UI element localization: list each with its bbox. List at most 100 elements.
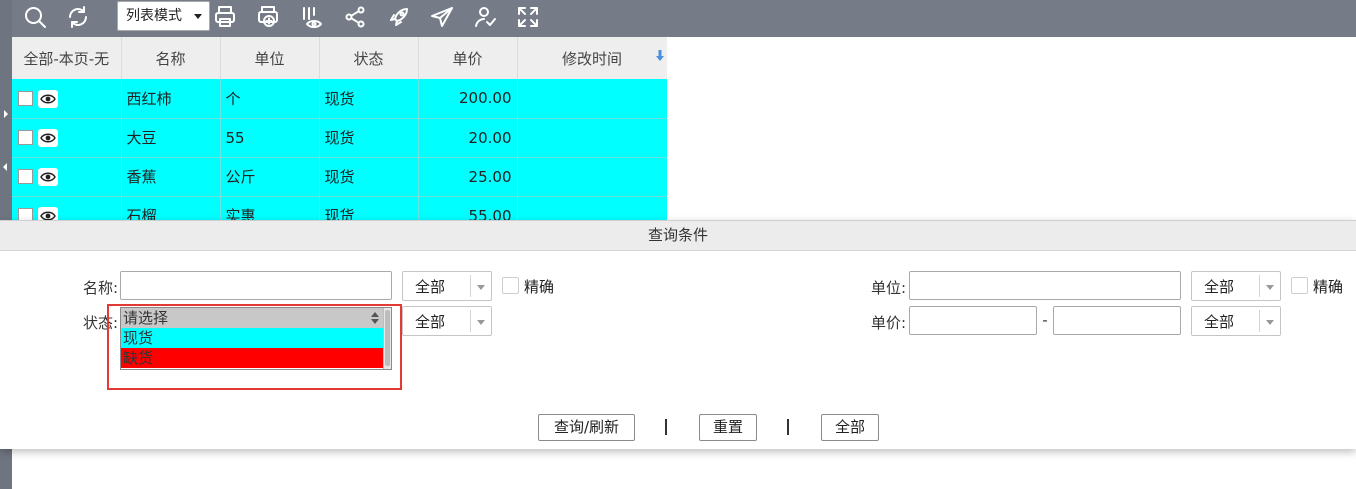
cell-name: 香蕉 [121,157,221,197]
send-icon[interactable] [427,2,457,32]
row-checkbox[interactable] [18,130,33,146]
share-icon[interactable] [340,2,370,32]
chevron-down-icon [477,320,485,325]
chevron-down-icon [477,285,485,290]
name-match-value: 全部 [415,278,446,296]
refresh-icon[interactable] [63,2,93,32]
chevron-down-icon [1266,320,1274,325]
view-eye-icon[interactable] [38,206,58,220]
grid-header-row: 全部-本页-无 名称 单位 状态 单价 修改时间 [12,37,667,79]
column-header-name[interactable]: 名称 [121,37,221,79]
button-separator [665,419,667,435]
status-option-placeholder[interactable]: 请选择 [121,308,383,328]
reset-button[interactable]: 重置 [699,414,757,441]
cell-status: 现货 [319,196,419,220]
row-checkbox[interactable] [18,91,33,106]
column-header-modified[interactable]: 修改时间 [517,37,667,79]
query-panel-title: 查询条件 [0,221,1356,251]
combo-divider [470,310,471,332]
table-row[interactable]: 大豆 55 现货 20.00 [12,118,667,158]
cell-status: 现货 [319,157,419,197]
status-listbox[interactable]: 请选择 现货 缺货 [120,307,392,370]
unit-label: 单位: [870,279,906,297]
cell-price: 200.00 [418,79,518,119]
combo-divider [1259,275,1260,297]
cell-unit: 个 [220,79,320,119]
price-to-input[interactable] [1053,306,1181,335]
cell-status: 现货 [319,79,419,119]
select-all-header[interactable]: 全部-本页-无 [12,37,122,79]
column-header-price[interactable]: 单价 [418,37,518,79]
name-input[interactable] [120,271,392,300]
listbox-scrollbar[interactable] [383,308,391,369]
cell-name: 西红柿 [121,79,221,119]
name-label: 名称: [82,279,118,297]
sort-desc-icon[interactable] [655,50,664,62]
cell-unit: 55 [220,118,320,158]
user-icon[interactable] [470,2,500,32]
unit-exact-label: 精确 [1313,278,1344,296]
data-grid: 全部-本页-无 名称 单位 状态 单价 修改时间 西红柿 个 现货 200.00 [12,37,667,220]
view-eye-icon[interactable] [38,167,58,186]
cell-modified [517,157,667,197]
table-row[interactable]: 西红柿 个 现货 200.00 [12,79,667,119]
expand-arrow-icon[interactable] [4,110,8,118]
combo-divider [470,275,471,297]
unit-input[interactable] [909,271,1181,300]
cell-price: 25.00 [418,157,518,197]
combo-divider [1259,310,1260,332]
up-down-arrows-icon [371,312,379,324]
cell-status: 现货 [319,118,419,158]
cell-name: 石榴 [121,196,221,220]
view-mode-dropdown[interactable]: 列表模式 [117,1,210,31]
column-header-modified-label: 修改时间 [561,49,622,68]
cell-modified [517,196,667,220]
fullscreen-icon[interactable] [513,2,543,32]
cell-unit: 实惠 [220,196,320,220]
status-option-out-of-stock[interactable]: 缺货 [121,348,383,368]
chevron-down-icon [1266,285,1274,290]
view-eye-icon[interactable] [38,128,58,147]
query-panel: 查询条件 名称: 全部 精确 状态: 请选择 现货 缺货 全部 单位: 全部 精… [0,220,1356,449]
search-icon[interactable] [20,2,50,32]
unit-match-value: 全部 [1204,278,1235,296]
collapse-arrow-icon[interactable] [3,163,7,171]
print-add-icon[interactable] [253,2,283,32]
name-exact-label: 精确 [524,278,555,296]
price-match-combo[interactable]: 全部 [1191,306,1281,336]
status-option-in-stock[interactable]: 现货 [121,328,383,348]
name-match-combo[interactable]: 全部 [402,271,492,301]
caret-down-icon [194,14,202,19]
name-exact-checkbox[interactable] [502,277,519,294]
cell-name: 大豆 [121,118,221,158]
table-row[interactable]: 石榴 实惠 现货 55.00 [12,196,667,220]
price-label: 单价: [870,314,906,332]
button-separator [787,419,789,435]
show-all-button[interactable]: 全部 [821,414,879,441]
search-refresh-button[interactable]: 查询/刷新 [538,414,635,441]
column-view-icon[interactable] [297,2,327,32]
cell-price: 55.00 [418,196,518,220]
row-checkbox[interactable] [18,208,33,220]
row-checkbox[interactable] [18,169,33,185]
rocket-icon[interactable] [384,2,414,32]
column-header-unit[interactable]: 单位 [220,37,320,79]
status-match-value: 全部 [415,313,446,331]
print-icon[interactable] [210,2,240,32]
unit-exact-checkbox[interactable] [1291,277,1308,294]
price-match-value: 全部 [1204,313,1235,331]
toolbar: 列表模式 [12,0,1356,37]
price-range-separator: - [1042,311,1048,329]
price-from-input[interactable] [909,306,1037,335]
cell-price: 20.00 [418,118,518,158]
status-match-combo[interactable]: 全部 [402,306,492,336]
status-label: 状态: [82,314,118,332]
cell-modified [517,118,667,158]
unit-match-combo[interactable]: 全部 [1191,271,1281,301]
view-eye-icon[interactable] [38,89,58,108]
column-header-status[interactable]: 状态 [319,37,419,79]
cell-unit: 公斤 [220,157,320,197]
scrollbar-thumb[interactable] [385,310,390,366]
table-row[interactable]: 香蕉 公斤 现货 25.00 [12,157,667,197]
view-mode-label: 列表模式 [126,8,182,24]
